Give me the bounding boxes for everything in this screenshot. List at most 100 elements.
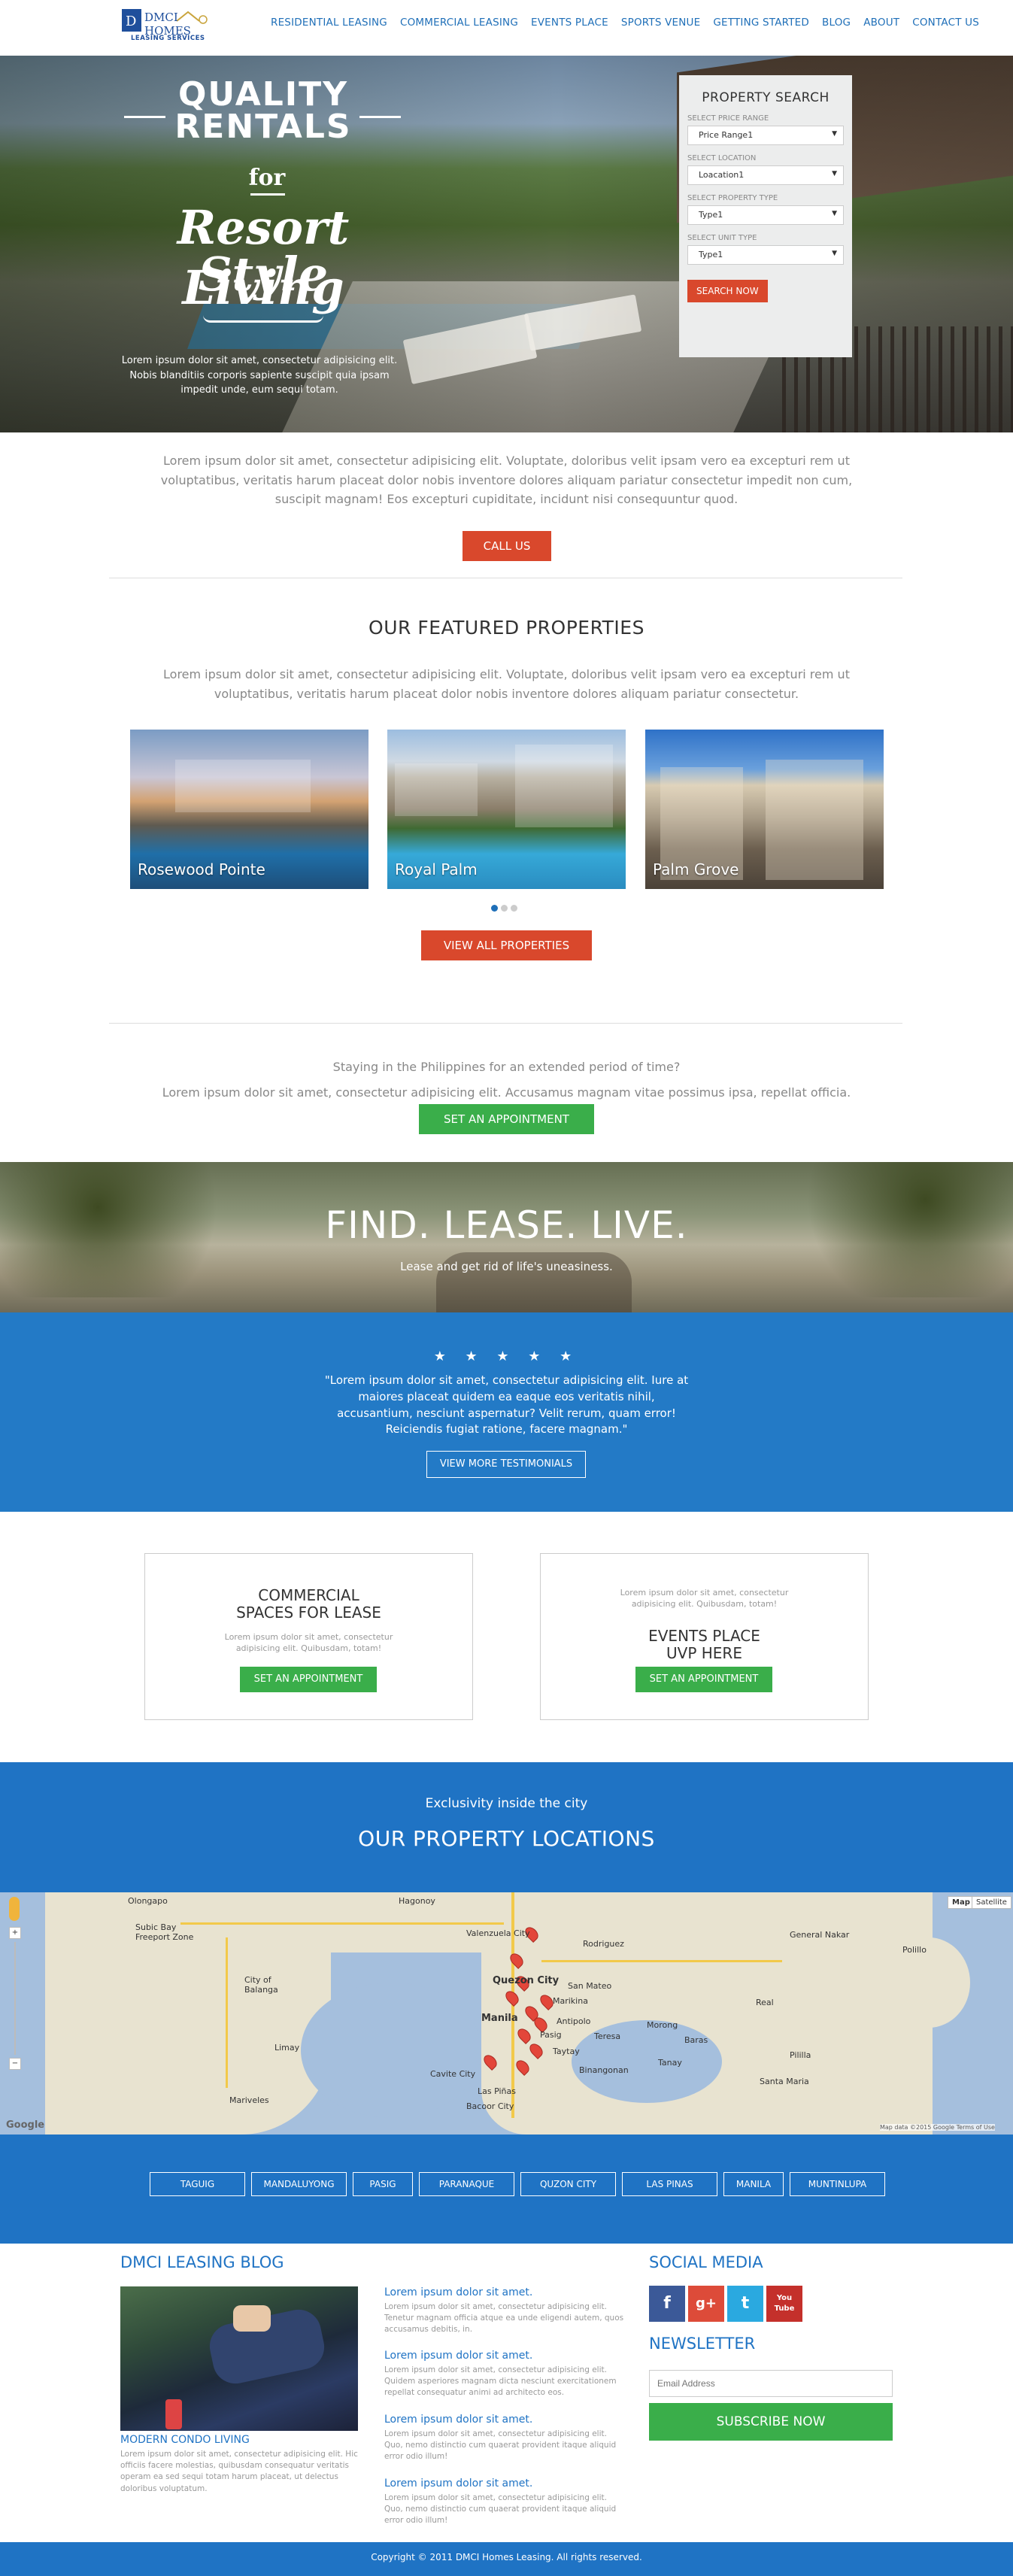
map-type-satellite-button[interactable]: Satellite [972, 1896, 1011, 1909]
map-road [541, 1960, 782, 1962]
property-type-select[interactable]: Type1 ▼ [687, 205, 844, 225]
commercial-spaces-box: COMMERCIAL SPACES FOR LEASE Lorem ipsum … [144, 1553, 473, 1720]
city-button-pasig[interactable]: PASIG [353, 2172, 413, 2196]
blog-post-text: Lorem ipsum dolor sit amet, consectetur … [384, 2365, 617, 2398]
price-range-label: SELECT PRICE RANGE [687, 114, 769, 123]
map-label: Pasig [540, 2030, 562, 2040]
blog-featured-image[interactable] [120, 2286, 358, 2431]
hero-line-for: for [248, 165, 286, 191]
testimonial-quote: "Lorem ipsum dolor sit amet, consectetur… [324, 1373, 689, 1437]
zoom-out-icon[interactable]: − [9, 2058, 21, 2070]
youtube-icon[interactable]: You Tube [766, 2286, 802, 2322]
hero-rule-right [359, 116, 401, 118]
property-card-rosewood[interactable]: Rosewood Pointe [130, 730, 369, 889]
nav-residential-leasing[interactable]: RESIDENTIAL LEASING [271, 17, 387, 29]
city-button-quezon-city[interactable]: QUZON CITY [520, 2172, 616, 2196]
city-button-mandaluyong[interactable]: MANDALUYONG [251, 2172, 347, 2196]
logo-name: DMCI HOMES [144, 11, 191, 38]
google-plus-icon[interactable]: g+ [688, 2286, 724, 2322]
subscribe-button[interactable]: SUBSCRIBE NOW [649, 2403, 893, 2441]
city-button-las-pinas[interactable]: LAS PINAS [622, 2172, 717, 2196]
locations-subtitle: Exclusivity inside the city [425, 1796, 588, 1811]
set-appointment-button[interactable]: SET AN APPOINTMENT [635, 1667, 772, 1692]
property-search-panel: PROPERTY SEARCH SELECT PRICE RANGE Price… [679, 75, 852, 357]
box-title: COMMERCIAL [258, 1586, 359, 1604]
blog-post-title[interactable]: Lorem ipsum dolor sit amet. [384, 2350, 532, 2362]
view-all-properties-button[interactable]: VIEW ALL PROPERTIES [421, 930, 592, 960]
map-label: Hagonoy [399, 1896, 435, 1906]
city-button-taguig[interactable]: TAGUIG [150, 2172, 245, 2196]
blog-post-title[interactable]: Lorem ipsum dolor sit amet. [384, 2414, 532, 2426]
nav-blog[interactable]: BLOG [822, 17, 851, 29]
search-now-button[interactable]: SEARCH NOW [687, 280, 768, 302]
city-button-muntinlupa[interactable]: MUNTINLUPA [790, 2172, 885, 2196]
carousel-dot-active[interactable] [491, 905, 498, 912]
map-label: Olongapo [128, 1896, 168, 1906]
intro-text: Lorem ipsum dolor sit amet, consectetur … [160, 454, 853, 507]
box-text: Lorem ipsum dolor sit amet, consectetur … [224, 1632, 393, 1654]
location-map[interactable]: Olongapo Subic Bay Freeport Zone Hagonoy… [0, 1892, 1013, 2135]
facebook-icon[interactable]: f [649, 2286, 685, 2322]
blog-title: DMCI LEASING BLOG [120, 2253, 284, 2271]
view-more-testimonials-button[interactable]: VIEW MORE TESTIMONIALS [426, 1451, 586, 1478]
street-view-pegman-icon[interactable] [9, 1897, 20, 1921]
map-label: Cavite City [430, 2069, 476, 2079]
hero-line-living: Living [182, 260, 344, 315]
site-header: D DMCI HOMES LEASING SERVICES RESIDENTIA… [0, 0, 1013, 56]
price-range-select[interactable]: Price Range1 ▼ [687, 126, 844, 145]
social-media-title: SOCIAL MEDIA [649, 2253, 763, 2271]
blog-post-title[interactable]: Lorem ipsum dolor sit amet. [384, 2286, 532, 2298]
testimonial-section: ★ ★ ★ ★ ★ "Lorem ipsum dolor sit amet, c… [0, 1312, 1013, 1512]
nav-events-place[interactable]: EVENTS PLACE [531, 17, 608, 29]
building-shape [515, 745, 613, 827]
banner-subtitle: Lease and get rid of life's uneasiness. [400, 1260, 613, 1273]
twitter-icon[interactable]: t [727, 2286, 763, 2322]
map-label: San Mateo [568, 1981, 612, 1991]
property-card-royal-palm[interactable]: Royal Palm [387, 730, 626, 889]
nav-sports-venue[interactable]: SPORTS VENUE [621, 17, 701, 29]
map-label: Limay [274, 2043, 300, 2053]
city-button-paranaque[interactable]: PARANAQUE [419, 2172, 514, 2196]
carousel-dot[interactable] [501, 905, 508, 912]
copyright-text: Copyright © 2011 DMCI Homes Leasing. All… [371, 2552, 642, 2562]
events-place-box: Lorem ipsum dolor sit amet, consectetur … [540, 1553, 869, 1720]
logo[interactable]: D DMCI HOMES LEASING SERVICES [120, 6, 226, 44]
location-select[interactable]: Loacation1 ▼ [687, 165, 844, 185]
search-title: PROPERTY SEARCH [702, 90, 830, 105]
carousel-dots [491, 905, 517, 912]
nav-about[interactable]: ABOUT [863, 17, 899, 29]
chevron-down-icon: ▼ [832, 210, 837, 217]
nav-commercial-leasing[interactable]: COMMERCIAL LEASING [400, 17, 518, 29]
blog-post-title[interactable]: Lorem ipsum dolor sit amet. [384, 2477, 532, 2490]
carousel-dot[interactable] [511, 905, 517, 912]
city-filter-row: TAGUIG MANDALUYONG PASIG PARANAQUE QUZON… [150, 2172, 885, 2196]
hero-rule-left [124, 116, 165, 118]
hero-line-rentals: RENTALS [174, 108, 352, 146]
google-logo: Google [6, 2119, 45, 2131]
call-us-button[interactable]: CALL US [463, 531, 551, 561]
building-shape [395, 763, 478, 816]
city-button-manila[interactable]: MANILA [723, 2172, 784, 2196]
set-appointment-button[interactable]: SET AN APPOINTMENT [419, 1104, 594, 1134]
hero-for-underline [250, 193, 285, 196]
location-value: Loacation1 [699, 170, 745, 180]
property-card-palm-grove[interactable]: Palm Grove [645, 730, 884, 889]
hero-line-quality: QUALITY [177, 75, 349, 114]
set-appointment-button[interactable]: SET AN APPOINTMENT [240, 1667, 377, 1692]
map-label: Polillo [902, 1945, 927, 1955]
unit-type-select[interactable]: Type1 ▼ [687, 245, 844, 265]
price-range-value: Price Range1 [699, 130, 754, 140]
nav-getting-started[interactable]: GETTING STARTED [713, 17, 809, 29]
blog-featured-caption[interactable]: MODERN CONDO LIVING [120, 2434, 250, 2446]
email-field[interactable] [649, 2370, 893, 2397]
map-label: Morong [647, 2020, 678, 2030]
map-label: Santa Maria [760, 2077, 809, 2086]
map-attribution[interactable]: Map data ©2015 Google Terms of Use [880, 2124, 995, 2131]
map-type-map-button[interactable]: Map [948, 1896, 975, 1909]
blog-post-text: Lorem ipsum dolor sit amet, consectetur … [384, 2429, 617, 2462]
map-label: General Nakar [790, 1930, 850, 1940]
rating-stars-icon: ★ ★ ★ ★ ★ [433, 1349, 580, 1364]
zoom-in-icon[interactable]: + [9, 1927, 21, 1939]
zoom-slider[interactable] [14, 1942, 16, 2055]
nav-contact-us[interactable]: CONTACT US [912, 17, 979, 29]
